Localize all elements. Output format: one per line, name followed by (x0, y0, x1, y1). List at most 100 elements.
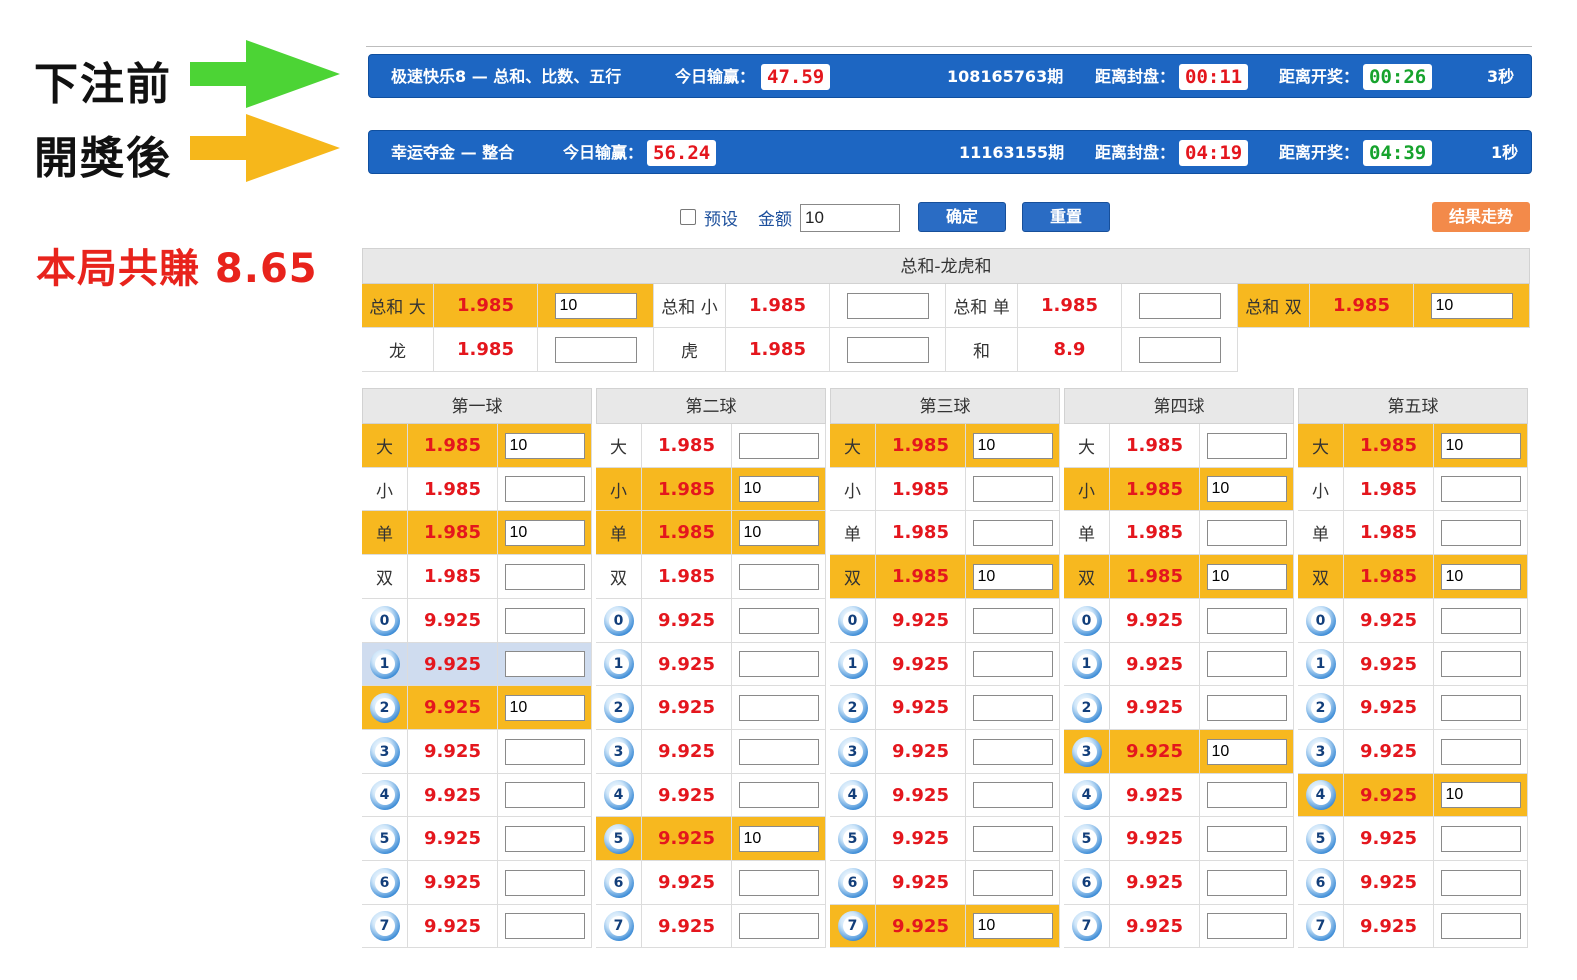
amount-input[interactable]: 10 (800, 204, 900, 232)
ball-bet-input[interactable]: 10 (738, 519, 819, 546)
ball-row-label-cell: 7 (1064, 905, 1110, 948)
ball-bet-input[interactable] (1206, 869, 1287, 896)
ball-row-odds-cell: 1.985 (1344, 468, 1434, 511)
ball-bet-input[interactable]: 10 (738, 476, 819, 502)
ball-bet-input[interactable] (504, 825, 585, 852)
ball-bet-input[interactable]: 10 (504, 519, 585, 546)
dragon-tiger-odds: 1.985 (457, 339, 514, 360)
sum-label: 总和 双 (1245, 298, 1302, 318)
refresh-interval[interactable]: 1秒 (1491, 131, 1518, 175)
dragon-tiger-bet-input[interactable] (1138, 336, 1221, 363)
sum-odds-cell: 1.985 (726, 284, 830, 328)
ball-bet-input[interactable] (1206, 519, 1287, 546)
ball-bet-input[interactable]: 10 (1206, 738, 1287, 765)
ball-bet-input[interactable] (1440, 694, 1521, 721)
sum-bet-input[interactable] (1138, 292, 1221, 319)
ball-bet-input[interactable] (972, 694, 1053, 721)
ball-bet-input[interactable] (738, 432, 819, 459)
ball-bet-input[interactable] (504, 476, 585, 502)
ball-bet-input[interactable] (738, 913, 819, 939)
ball-bet-input[interactable] (1440, 825, 1521, 852)
preset-checkbox[interactable] (680, 209, 696, 225)
ball-row-label-cell: 小 (1064, 468, 1110, 511)
ball-row-odds-cell: 9.925 (876, 861, 966, 905)
profit-summary: 本局共賺 8.65 (36, 246, 318, 292)
ball-bet-input[interactable] (738, 651, 819, 677)
ball-bet-input[interactable] (738, 563, 819, 590)
ball-bet-input[interactable]: 10 (504, 432, 585, 459)
ball-bet-input[interactable] (1440, 913, 1521, 939)
ball-bet-input[interactable] (1440, 519, 1521, 546)
dragon-tiger-bet-input[interactable] (554, 336, 637, 363)
ball-bet-input[interactable] (972, 869, 1053, 896)
ball-row-odds: 9.925 (424, 872, 481, 893)
number-ball-icon: 0 (1071, 605, 1102, 636)
ball-bet-input[interactable] (1440, 476, 1521, 502)
sum-bet-input[interactable] (846, 292, 929, 319)
ball-bet-input[interactable] (738, 607, 819, 634)
ball-row-label-cell: 0 (830, 599, 876, 643)
ball-row-odds-cell: 9.925 (408, 599, 498, 643)
ball-bet-input[interactable] (504, 738, 585, 765)
ball-row-label-cell: 1 (830, 643, 876, 686)
ball-bet-input[interactable]: 10 (1440, 432, 1521, 459)
refresh-interval[interactable]: 3秒 (1487, 55, 1514, 99)
ball-bet-input[interactable] (972, 519, 1053, 546)
ball-bet-input[interactable]: 10 (1440, 563, 1521, 590)
ball-bet-input[interactable]: 10 (1440, 782, 1521, 808)
ball-bet-input[interactable] (972, 607, 1053, 634)
ball-bet-input[interactable] (1206, 694, 1287, 721)
preset-control[interactable]: 预设 (680, 200, 738, 234)
ball-bet-input[interactable] (1440, 607, 1521, 634)
ball-bet-input[interactable] (972, 476, 1053, 502)
ball-bet-input[interactable] (504, 607, 585, 634)
ball-bet-input[interactable]: 10 (1206, 563, 1287, 590)
ball-bet-input[interactable] (504, 869, 585, 896)
ball-bet-input[interactable] (1206, 913, 1287, 939)
ball-bet-input[interactable] (1440, 738, 1521, 765)
ball-bet-input[interactable] (1206, 651, 1287, 677)
ball-bet-input[interactable] (1440, 651, 1521, 677)
ball-row-odds-cell: 9.925 (1110, 643, 1200, 686)
ball-bet-input[interactable]: 10 (972, 913, 1053, 939)
ball-bet-input[interactable]: 10 (738, 825, 819, 852)
ball-bet-input[interactable] (972, 738, 1053, 765)
number-ball-icon: 2 (603, 692, 634, 723)
sum-bet-input[interactable]: 10 (554, 292, 637, 319)
ball-bet-input[interactable] (972, 825, 1053, 852)
ball-bet-input[interactable]: 10 (972, 432, 1053, 459)
ball-row-input-cell (498, 599, 592, 643)
ball-bet-input[interactable] (1206, 825, 1287, 852)
ball-bet-input[interactable] (1206, 607, 1287, 634)
ball-bet-input[interactable] (738, 782, 819, 808)
ball-bet-input[interactable] (1206, 432, 1287, 459)
ball-bet-input[interactable]: 10 (972, 563, 1053, 590)
ball-row-odds-cell: 9.925 (408, 730, 498, 774)
ball-bet-input[interactable] (972, 782, 1053, 808)
ball-row-label-cell: 双 (830, 555, 876, 599)
sum-bet-input[interactable]: 10 (1430, 292, 1513, 319)
ball-row-label-cell: 双 (1064, 555, 1110, 599)
ball-bet-input[interactable] (504, 913, 585, 939)
ball-bet-input[interactable]: 10 (1206, 476, 1287, 502)
reset-button[interactable]: 重置 (1022, 202, 1110, 232)
sum-odds-cell: 1.985 (1018, 284, 1122, 328)
ball-bet-input[interactable] (504, 782, 585, 808)
ball-bet-input[interactable] (504, 563, 585, 590)
ball-bet-input[interactable] (738, 738, 819, 765)
ball-bet-input[interactable] (1440, 869, 1521, 896)
ball-row-odds: 9.925 (1126, 653, 1183, 675)
confirm-button[interactable]: 确定 (918, 202, 1006, 232)
ball-bet-input[interactable] (504, 651, 585, 677)
ball-bet-input[interactable]: 10 (504, 694, 585, 721)
ball-bet-input[interactable] (972, 651, 1053, 677)
dragon-tiger-bet-input[interactable] (846, 336, 929, 363)
trend-button[interactable]: 结果走势 (1432, 202, 1530, 232)
dragon-tiger-label-cell: 龙 (362, 328, 434, 372)
number-ball-digit: 3 (374, 741, 395, 762)
ball-row-input-cell: 10 (1434, 424, 1528, 468)
ball-bet-input[interactable] (1206, 782, 1287, 808)
ball-bet-input[interactable] (738, 694, 819, 721)
sum-odds-cell: 1.985 (1310, 284, 1414, 328)
ball-bet-input[interactable] (738, 869, 819, 896)
